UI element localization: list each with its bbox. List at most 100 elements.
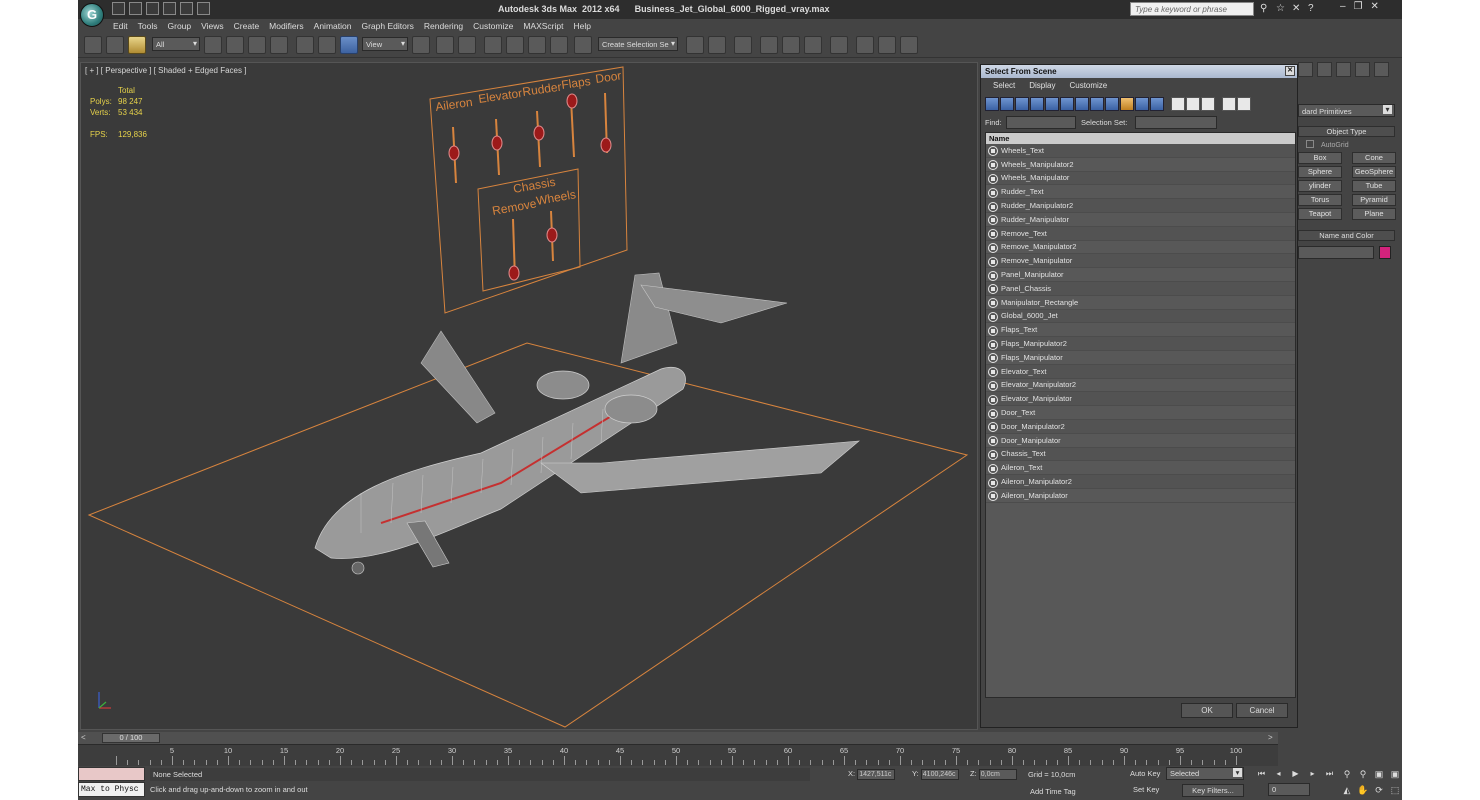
keyboard-shortcut-icon[interactable] xyxy=(458,36,476,54)
display-frozen-icon[interactable] xyxy=(1135,97,1149,111)
list-item[interactable]: Door_Manipulator2 xyxy=(986,419,1295,434)
cone-button[interactable]: Cone xyxy=(1352,152,1396,164)
object-color-swatch[interactable] xyxy=(1379,246,1391,259)
zoom-all-icon[interactable]: ⚲ xyxy=(1356,768,1370,781)
bind-space-warp-icon[interactable] xyxy=(128,36,146,54)
reference-coordinate-dropdown[interactable]: View xyxy=(362,37,408,51)
material-editor-icon[interactable] xyxy=(830,36,848,54)
display-cameras-icon[interactable] xyxy=(1030,97,1044,111)
display-invert-icon[interactable] xyxy=(1201,97,1215,111)
field-of-view-icon[interactable]: ◭ xyxy=(1340,784,1354,797)
menu-customize[interactable]: Customize xyxy=(468,19,518,33)
geosphere-button[interactable]: GeoSphere xyxy=(1352,166,1396,178)
maxscript-listener-input[interactable]: Max to Physc xyxy=(78,782,145,797)
primitive-category-dropdown[interactable]: dard Primitives xyxy=(1298,104,1395,117)
maxscript-mini-listener[interactable] xyxy=(78,767,145,781)
autogrid-checkbox[interactable]: AutoGrid xyxy=(1306,140,1349,149)
perspective-viewport[interactable]: Aileron Elevator Rudder Flaps Door Chass… xyxy=(80,62,978,730)
cancel-button[interactable]: Cancel xyxy=(1236,703,1288,718)
display-geometry-icon[interactable] xyxy=(985,97,999,111)
display-lights-icon[interactable] xyxy=(1015,97,1029,111)
set-key-button[interactable]: Set Key xyxy=(1133,785,1159,794)
elevator-manipulator[interactable] xyxy=(491,135,503,151)
exchange-icon[interactable]: ✕ xyxy=(1292,3,1303,14)
find-input[interactable] xyxy=(1006,116,1076,129)
zoom-icon[interactable]: ⚲ xyxy=(1340,768,1354,781)
list-item[interactable]: Global_6000_Jet xyxy=(986,309,1295,324)
plane-button[interactable]: Plane xyxy=(1352,208,1396,220)
zoom-extents-icon[interactable]: ▣ xyxy=(1372,768,1386,781)
select-by-name-icon[interactable] xyxy=(226,36,244,54)
display-none-icon[interactable] xyxy=(1186,97,1200,111)
list-item[interactable]: Rudder_Manipulator xyxy=(986,213,1295,227)
minimize-icon[interactable]: – xyxy=(1340,1,1346,12)
list-item[interactable]: Door_Manipulator xyxy=(986,434,1295,448)
list-item[interactable]: Rudder_Text xyxy=(986,185,1295,200)
snaps-toggle-icon[interactable] xyxy=(484,36,502,54)
list-item[interactable]: Aileron_Manipulator2 xyxy=(986,475,1295,489)
window-crossing-icon[interactable] xyxy=(270,36,288,54)
motion-tab-icon[interactable] xyxy=(1355,62,1370,77)
next-frame-icon[interactable]: ▸ xyxy=(1305,768,1320,781)
menu-animation[interactable]: Animation xyxy=(309,19,357,33)
display-bones-icon[interactable] xyxy=(1105,97,1119,111)
key-filters-button[interactable]: Key Filters... xyxy=(1182,784,1244,797)
dialog-menu-display[interactable]: Display xyxy=(1023,81,1063,90)
play-icon[interactable]: ▶ xyxy=(1288,768,1303,781)
zoom-extents-all-icon[interactable]: ▣ xyxy=(1388,768,1402,781)
auto-key-button[interactable]: Auto Key xyxy=(1130,769,1160,778)
mirror-icon[interactable] xyxy=(686,36,704,54)
list-item[interactable]: Chassis_Text xyxy=(986,447,1295,462)
filter-icon[interactable] xyxy=(1222,97,1236,111)
menu-edit[interactable]: Edit xyxy=(108,19,133,33)
orbit-icon[interactable]: ⟳ xyxy=(1372,784,1386,797)
close-icon[interactable]: ✕ xyxy=(1371,1,1379,12)
display-xrefs-icon[interactable] xyxy=(1090,97,1104,111)
global-6000-jet[interactable] xyxy=(314,272,860,575)
torus-button[interactable]: Torus xyxy=(1298,194,1342,206)
key-mode-dropdown[interactable]: Selected xyxy=(1166,767,1244,780)
menu-maxscript[interactable]: MAXScript xyxy=(518,19,568,33)
dialog-title-bar[interactable]: Select From Scene ✕ xyxy=(981,65,1297,78)
tube-button[interactable]: Tube xyxy=(1352,180,1396,192)
new-file-icon[interactable] xyxy=(112,2,125,15)
wheels-manipulator[interactable] xyxy=(546,227,558,243)
dialog-close-icon[interactable]: ✕ xyxy=(1285,66,1295,76)
track-bar[interactable]: 5 10 15 20 25 30 35 40 45 50 55 60 65 70 75 80 85 90 95 100 xyxy=(78,744,1278,766)
list-item[interactable]: Flaps_Manipulator xyxy=(986,351,1295,365)
list-item[interactable]: Elevator_Manipulator xyxy=(986,392,1295,407)
go-to-end-icon[interactable]: ⏭ xyxy=(1322,768,1337,781)
display-helpers-icon[interactable] xyxy=(1045,97,1059,111)
flaps-manipulator[interactable] xyxy=(566,93,578,109)
dialog-menu-customize[interactable]: Customize xyxy=(1063,81,1115,90)
list-item[interactable]: Elevator_Text xyxy=(986,364,1295,379)
door-manipulator[interactable] xyxy=(600,137,612,153)
list-item[interactable]: Panel_Manipulator xyxy=(986,268,1295,282)
graphite-ribbon-icon[interactable] xyxy=(760,36,778,54)
schematic-view-icon[interactable] xyxy=(804,36,822,54)
time-slider-knob[interactable]: 0 / 100 xyxy=(102,733,160,743)
help-search-input[interactable]: Type a keyword or phrase xyxy=(1130,2,1254,16)
list-item[interactable]: Flaps_Text xyxy=(986,323,1295,338)
hierarchy-tab-icon[interactable] xyxy=(1336,62,1351,77)
add-time-tag[interactable]: Add Time Tag xyxy=(1030,787,1076,796)
restore-icon[interactable]: ❐ xyxy=(1354,1,1363,12)
scale-icon[interactable] xyxy=(340,36,358,54)
spinner-snap-icon[interactable] xyxy=(550,36,568,54)
list-item[interactable]: Aileron_Manipulator xyxy=(986,489,1295,503)
modify-tab-icon[interactable] xyxy=(1317,62,1332,77)
list-item[interactable]: Wheels_Manipulator xyxy=(986,171,1295,186)
slider-next-icon[interactable]: > xyxy=(1268,733,1273,742)
undo-icon[interactable] xyxy=(163,2,176,15)
rendered-frame-window-icon[interactable] xyxy=(878,36,896,54)
list-item[interactable]: Panel_Chassis xyxy=(986,281,1295,296)
display-groups-icon[interactable] xyxy=(1075,97,1089,111)
list-item[interactable]: Manipulator_Rectangle xyxy=(986,296,1295,310)
help-icon[interactable]: ? xyxy=(1308,3,1319,14)
named-selection-set-dropdown[interactable]: Create Selection Se xyxy=(598,37,678,51)
percent-snap-icon[interactable] xyxy=(528,36,546,54)
render-production-icon[interactable] xyxy=(900,36,918,54)
y-coordinate-input[interactable]: 4100,246c xyxy=(920,769,959,780)
project-folder-icon[interactable] xyxy=(197,2,210,15)
current-frame-input[interactable]: 0 xyxy=(1268,783,1310,796)
